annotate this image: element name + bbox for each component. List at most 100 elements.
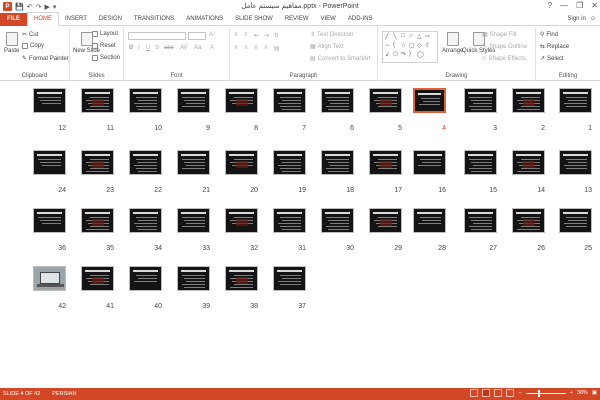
font-color-icon[interactable]: A — [210, 45, 214, 51]
columns-icon[interactable]: ▤ — [274, 45, 280, 52]
zoom-slider[interactable] — [525, 389, 566, 397]
slide-thumbnail[interactable] — [225, 150, 258, 175]
bold-icon[interactable]: B — [129, 45, 133, 51]
line-shape-icon[interactable]: ╲ — [393, 33, 397, 40]
font-name-select[interactable] — [128, 32, 186, 40]
slide-thumbnail[interactable] — [512, 208, 545, 233]
slide-thumbnail[interactable] — [512, 150, 545, 175]
sign-in-link[interactable]: Sign in — [568, 16, 586, 22]
zoom-level[interactable]: 38% — [577, 390, 588, 396]
arrow-shape-icon[interactable]: ⇨ — [425, 33, 430, 40]
arrow-shape-icon[interactable]: ↷ — [401, 51, 406, 58]
tab-transitions[interactable]: TRANSITIONS — [128, 13, 180, 26]
slide-thumbnail[interactable] — [81, 150, 114, 175]
slide-thumbnail[interactable] — [129, 150, 162, 175]
tab-add-ins[interactable]: ADD-INS — [342, 13, 379, 26]
slide-thumbnail[interactable] — [33, 150, 66, 175]
tab-review[interactable]: REVIEW — [279, 13, 315, 26]
paste-button[interactable]: Paste — [4, 32, 19, 54]
reading-view-icon[interactable] — [494, 389, 503, 397]
cut-button[interactable]: ✂ Cut — [22, 31, 38, 39]
slide-thumbnail[interactable] — [129, 266, 162, 291]
rectangle-shape-icon[interactable]: □ — [401, 33, 405, 39]
copy-button[interactable]: Copy — [22, 43, 44, 49]
character-spacing-icon[interactable]: AV — [180, 45, 188, 51]
font-size-select[interactable] — [188, 32, 206, 40]
bullets-icon[interactable]: ≡ — [234, 32, 238, 38]
rounded-rect-shape-icon[interactable]: ▢ — [409, 42, 415, 49]
reset-button[interactable]: Reset — [92, 43, 116, 49]
slide-thumbnail[interactable] — [273, 150, 306, 175]
fit-to-window-icon[interactable]: ▣ — [592, 390, 597, 396]
increase-indent-icon[interactable]: ⇥ — [264, 32, 269, 39]
language-indicator[interactable]: PERSIAN — [52, 391, 76, 397]
close-icon[interactable]: ✕ — [591, 1, 598, 10]
slide-thumbnail[interactable] — [33, 266, 66, 291]
arrow-shape-icon[interactable]: ⇧ — [425, 42, 430, 49]
tab-home[interactable]: HOME — [27, 12, 59, 26]
slide-sorter-view-icon[interactable] — [482, 389, 491, 397]
slide-thumbnail[interactable] — [81, 88, 114, 113]
slide-thumbnail[interactable] — [225, 88, 258, 113]
change-case-icon[interactable]: Aa — [194, 45, 201, 51]
align-center-icon[interactable]: ≡ — [244, 45, 248, 51]
shadow-icon[interactable]: S — [155, 45, 159, 51]
slide-thumbnail[interactable] — [413, 88, 446, 113]
slide-thumbnail[interactable] — [559, 88, 592, 113]
star-shape-icon[interactable]: ☆ — [401, 42, 406, 49]
slide-thumbnail[interactable] — [413, 150, 446, 175]
replace-button[interactable]: ⇆ Replace — [540, 43, 569, 51]
slide-thumbnail[interactable] — [559, 150, 592, 175]
minimize-icon[interactable]: — — [560, 1, 568, 10]
slide-thumbnail[interactable] — [273, 266, 306, 291]
brace-shape-icon[interactable]: } — [409, 51, 411, 57]
zoom-in-button[interactable]: + — [570, 390, 573, 396]
slide-thumbnail[interactable] — [512, 88, 545, 113]
slide-thumbnail[interactable] — [81, 208, 114, 233]
shape-outline-button[interactable]: ✎ Shape Outline — [482, 43, 527, 51]
slide-thumbnail[interactable] — [33, 208, 66, 233]
callout-shape-icon[interactable]: ◯ — [417, 51, 424, 58]
slide-thumbnail[interactable] — [369, 88, 402, 113]
slide-thumbnail[interactable] — [33, 88, 66, 113]
text-direction-button[interactable]: ⇕ Text Direction — [310, 31, 353, 39]
underline-icon[interactable]: U — [146, 45, 150, 51]
slide-thumbnail[interactable] — [273, 208, 306, 233]
diamond-shape-icon[interactable]: ◇ — [417, 42, 422, 49]
slide-thumbnail[interactable] — [464, 208, 497, 233]
arrange-button[interactable]: Arrange — [442, 32, 463, 54]
shape-effects-button[interactable]: ◇ Shape Effects — [482, 55, 526, 63]
strikethrough-icon[interactable]: abc — [164, 45, 174, 51]
slide-thumbnail[interactable] — [321, 208, 354, 233]
convert-smartart-button[interactable]: ▤ Convert to SmartArt — [310, 55, 371, 63]
normal-view-icon[interactable] — [470, 389, 479, 397]
slide-thumbnail[interactable] — [464, 150, 497, 175]
numbering-icon[interactable]: ≡ — [244, 32, 248, 38]
slide-thumbnail[interactable] — [177, 150, 210, 175]
slide-thumbnail[interactable] — [273, 88, 306, 113]
align-left-icon[interactable]: ≡ — [234, 45, 238, 51]
align-text-button[interactable]: ▦ Align Text — [310, 43, 344, 51]
tab-design[interactable]: DESIGN — [93, 13, 128, 26]
line-spacing-icon[interactable]: ⇅ — [274, 32, 279, 39]
select-button[interactable]: ↗ Select — [540, 55, 564, 63]
slide-thumbnail[interactable] — [177, 88, 210, 113]
arrow-shape-icon[interactable]: ↙ — [385, 51, 390, 58]
slide-thumbnail[interactable] — [129, 208, 162, 233]
align-right-icon[interactable]: ≡ — [254, 45, 258, 51]
help-icon[interactable]: ? — [548, 1, 552, 10]
slide-thumbnail[interactable] — [321, 88, 354, 113]
restore-icon[interactable]: ❐ — [576, 1, 583, 10]
pentagon-shape-icon[interactable]: ⬠ — [393, 51, 398, 58]
slide-thumbnail[interactable] — [369, 208, 402, 233]
smiley-feedback-icon[interactable]: ☺ — [590, 16, 596, 22]
slide-thumbnail[interactable] — [225, 208, 258, 233]
slide-thumbnail[interactable] — [225, 266, 258, 291]
slide-thumbnail[interactable] — [129, 88, 162, 113]
slide-thumbnail[interactable] — [559, 208, 592, 233]
font-grow-icon[interactable]: A↑ — [209, 32, 216, 38]
tab-animations[interactable]: ANIMATIONS — [180, 13, 229, 26]
zoom-slider-thumb[interactable] — [537, 389, 540, 397]
curve-shape-icon[interactable]: ∼ — [385, 42, 390, 49]
slide-thumbnail[interactable] — [413, 208, 446, 233]
